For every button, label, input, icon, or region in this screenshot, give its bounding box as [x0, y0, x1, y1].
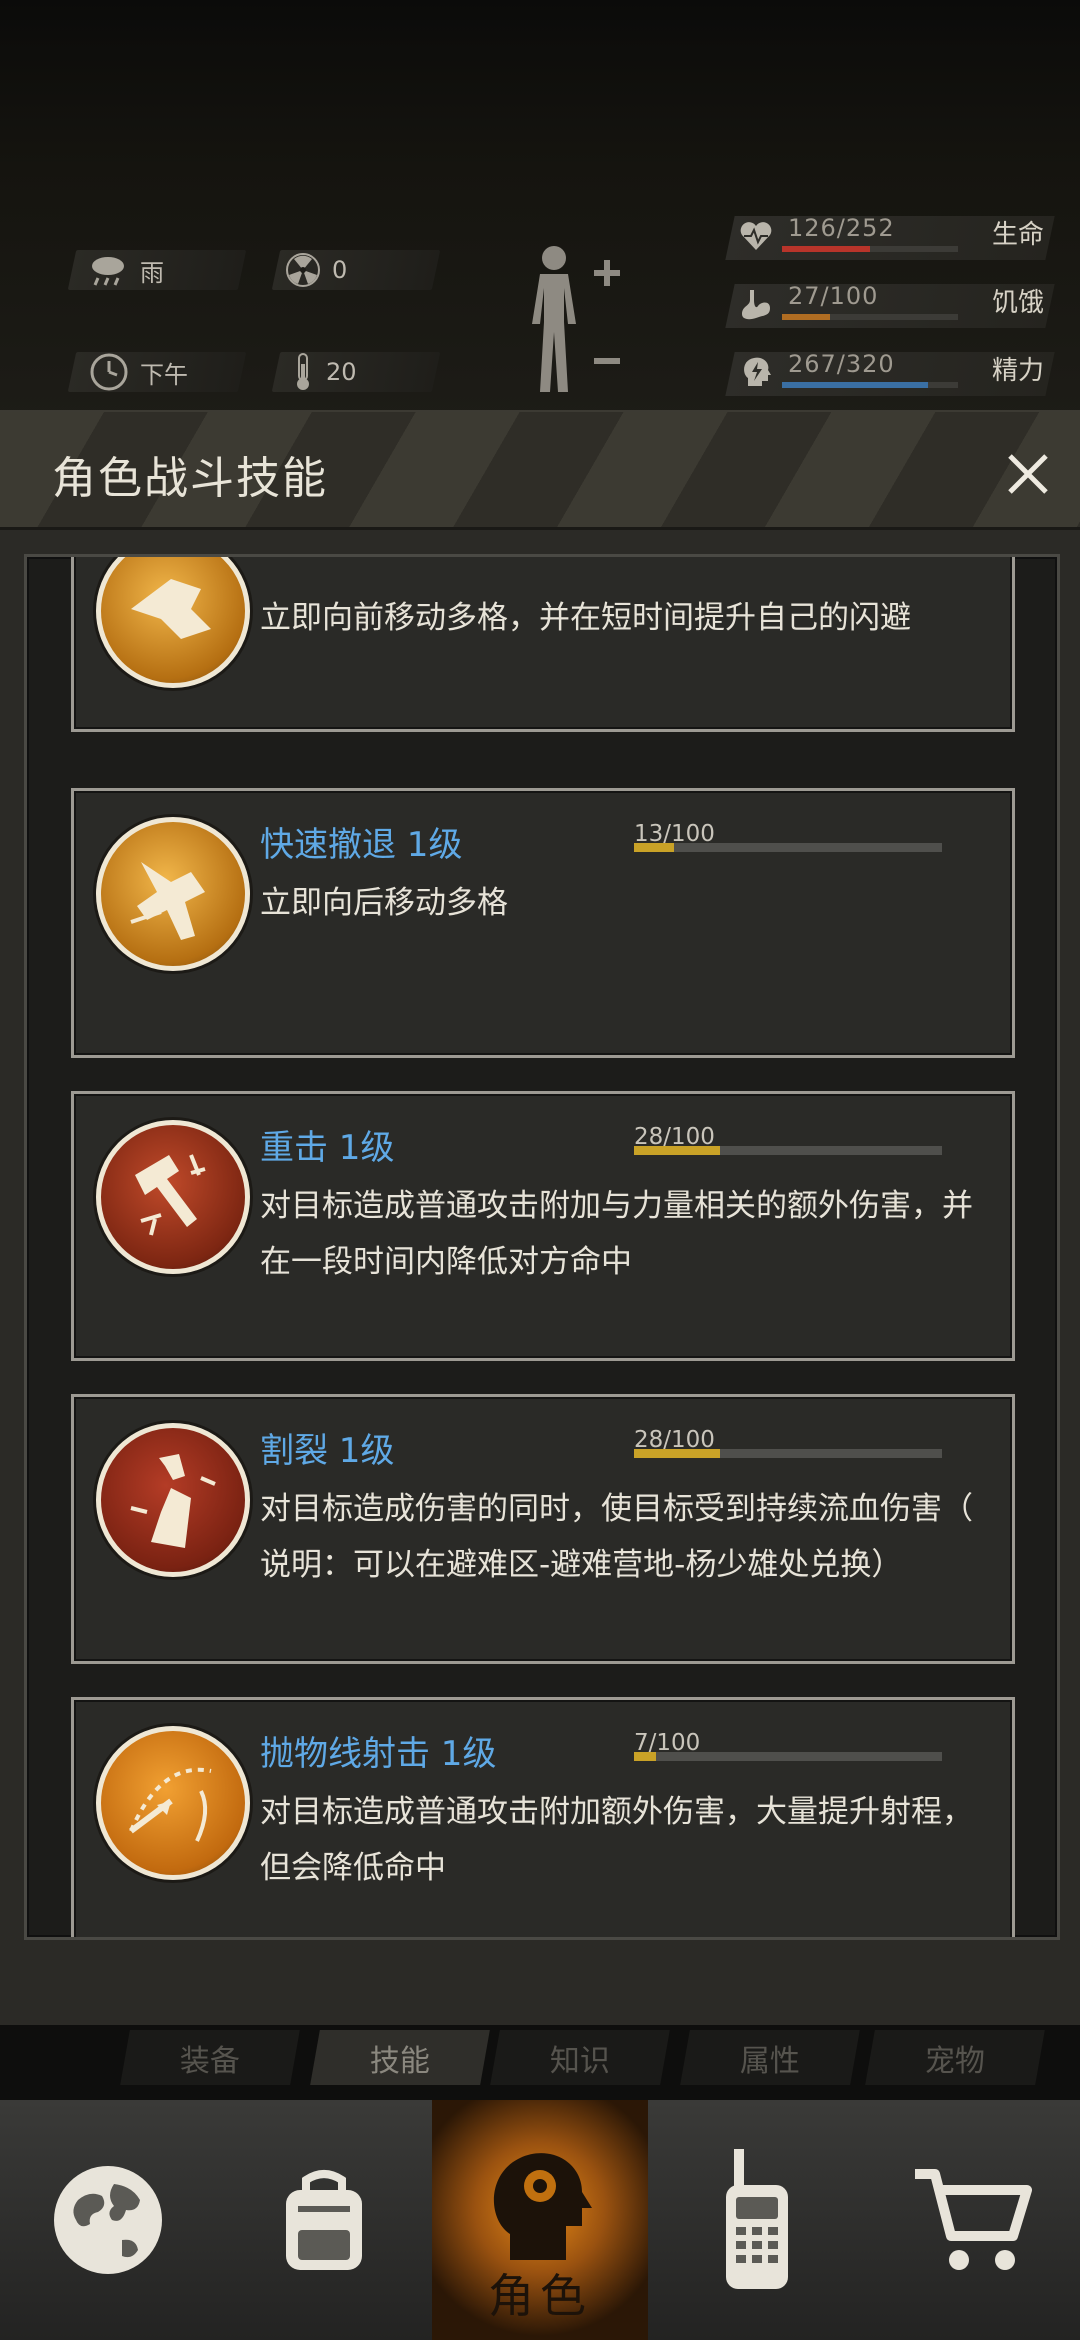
skill-progress-fill: [634, 1146, 721, 1155]
weather-text: 雨: [140, 258, 164, 287]
skill-desc: 对目标造成伤害的同时，使目标受到持续流血伤害（ 说明：可以在避难区-避难营地-杨…: [260, 1481, 990, 1593]
temperature-chip: 20: [292, 352, 357, 392]
combat-skills-dialog: 角色战斗技能 立即向前移动多格，并在短时间提升自己的闪避 快速撤退 1级 13/…: [0, 410, 1080, 2027]
temperature-value: 20: [326, 358, 357, 386]
skill-progress-bar: [634, 1752, 942, 1761]
status-bar: 雨 0 下午 20 126/252 生命 27/100 饥饿 267/320 精…: [0, 0, 1080, 420]
head-energy-icon: [744, 357, 771, 386]
nav-world-map[interactable]: [0, 2100, 216, 2340]
hunger-text: 27/100: [788, 282, 879, 310]
skill-progress-bar: [634, 1449, 942, 1458]
skill-card-retreat[interactable]: 快速撤退 1级 13/100 立即向后移动多格: [71, 788, 1015, 1058]
tab-equipment[interactable]: 装备: [120, 2030, 300, 2085]
skill-card-dash[interactable]: 立即向前移动多格，并在短时间提升自己的闪避: [71, 557, 1015, 732]
skill-card-parabolic-shot[interactable]: 抛物线射击 1级 7/100 对目标造成普通攻击附加额外伤害，大量提升射程， 但…: [71, 1697, 1015, 1937]
retreat-icon: [96, 817, 250, 971]
stomach-icon: [742, 290, 770, 320]
rain-cloud-icon: [92, 257, 124, 286]
heart-icon: [740, 222, 772, 250]
energy-bar: [782, 382, 958, 388]
skill-desc-line: 在一段时间内降低对方命中: [260, 1244, 632, 1280]
energy-bar-fill: [782, 382, 929, 388]
skill-desc: 立即向前移动多格，并在短时间提升自己的闪避: [260, 600, 911, 636]
health-text: 126/252: [788, 214, 895, 242]
tab-attributes[interactable]: 属性: [680, 2030, 860, 2085]
backpack-icon: [286, 2170, 362, 2270]
tab-label: 属性: [740, 2043, 800, 2079]
skill-progress-bar: [634, 843, 942, 852]
dialog-title: 角色战斗技能: [52, 453, 328, 504]
body-status-icon[interactable]: [520, 240, 630, 400]
hunger-bar: [782, 314, 958, 320]
nav-character[interactable]: 角色: [432, 2100, 648, 2340]
skill-progress-fill: [634, 1449, 721, 1458]
tab-label: 装备: [180, 2043, 240, 2079]
shopping-cart-icon: [915, 2169, 1032, 2270]
tab-knowledge[interactable]: 知识: [490, 2030, 670, 2085]
energy-text: 267/320: [788, 350, 895, 378]
hunger-stat: 27/100 饥饿: [725, 276, 1055, 332]
health-label: 生命: [992, 220, 1045, 250]
skill-card-laceration[interactable]: 割裂 1级 28/100 对目标造成伤害的同时，使目标受到持续流血伤害（ 说明：…: [71, 1394, 1015, 1664]
nav-radio[interactable]: [648, 2100, 864, 2340]
tab-skills[interactable]: 技能: [310, 2030, 490, 2085]
skill-desc-line: 说明：可以在避难区-避难营地-杨少雄处兑换）: [260, 1547, 903, 1583]
nav-character-label: 角色: [488, 2269, 592, 2323]
bottom-nav: 角色: [0, 2100, 1080, 2340]
time-chip: 下午: [90, 352, 188, 392]
skill-desc: 对目标造成普通攻击附加额外伤害，大量提升射程， 但会降低命中: [260, 1784, 990, 1896]
hunger-label: 饥饿: [992, 288, 1045, 318]
dialog-header: 角色战斗技能: [0, 412, 1080, 530]
tab-label: 宠物: [925, 2043, 985, 2079]
heavy-strike-icon: [96, 1120, 250, 1274]
skill-progress-fill: [634, 1752, 656, 1761]
skill-desc-line: 但会降低命中: [260, 1850, 446, 1886]
skill-desc-line: 对目标造成普通攻击附加与力量相关的额外伤害，并: [260, 1188, 973, 1224]
close-icon[interactable]: [1004, 450, 1052, 498]
skill-name: 抛物线射击 1级: [260, 1734, 497, 1774]
tab-pets[interactable]: 宠物: [865, 2030, 1045, 2085]
clock-icon: [90, 353, 128, 391]
walkie-talkie-icon: [726, 2149, 788, 2289]
skill-desc-line: 对目标造成伤害的同时，使目标受到持续流血伤害（: [260, 1491, 973, 1527]
skill-desc: 对目标造成普通攻击附加与力量相关的额外伤害，并 在一段时间内降低对方命中: [260, 1178, 990, 1290]
skill-name: 割裂 1级: [260, 1431, 395, 1471]
nav-inventory[interactable]: [216, 2100, 432, 2340]
health-stat: 126/252 生命: [725, 208, 1055, 264]
health-bar-fill: [782, 246, 870, 252]
radiation-value: 0: [332, 256, 348, 284]
skill-name: 重击 1级: [260, 1128, 395, 1168]
globe-icon: [54, 2166, 162, 2274]
health-bar: [782, 246, 958, 252]
thermometer-icon: [297, 353, 309, 390]
weather-chip: 雨: [88, 250, 164, 290]
energy-label: 精力: [992, 356, 1045, 386]
parabolic-shot-icon: [96, 1726, 250, 1880]
skill-name: 快速撤退 1级: [260, 825, 463, 865]
skill-progress-fill: [634, 843, 675, 852]
nav-shop[interactable]: [864, 2100, 1080, 2340]
skill-desc: 立即向后移动多格: [260, 885, 508, 921]
time-text: 下午: [140, 360, 188, 389]
radiation-icon: [286, 253, 320, 287]
character-icon: [493, 2153, 592, 2260]
dash-forward-icon: [96, 557, 250, 688]
radiation-chip: 0: [286, 250, 347, 290]
energy-stat: 267/320 精力: [725, 344, 1055, 400]
laceration-icon: [96, 1423, 250, 1577]
skill-card-heavy-strike[interactable]: 重击 1级 28/100 对目标造成普通攻击附加与力量相关的额外伤害，并 在一段…: [71, 1091, 1015, 1361]
tab-label: 知识: [550, 2043, 610, 2079]
tab-label: 技能: [370, 2043, 430, 2079]
skill-progress-bar: [634, 1146, 942, 1155]
skill-desc-line: 对目标造成普通攻击附加额外伤害，大量提升射程，: [260, 1794, 973, 1830]
skill-list[interactable]: 立即向前移动多格，并在短时间提升自己的闪避 快速撤退 1级 13/100 立即向…: [24, 554, 1060, 1940]
character-sub-tabs: 装备 技能 知识 属性 宠物: [0, 2025, 1080, 2100]
hunger-bar-fill: [782, 314, 830, 320]
